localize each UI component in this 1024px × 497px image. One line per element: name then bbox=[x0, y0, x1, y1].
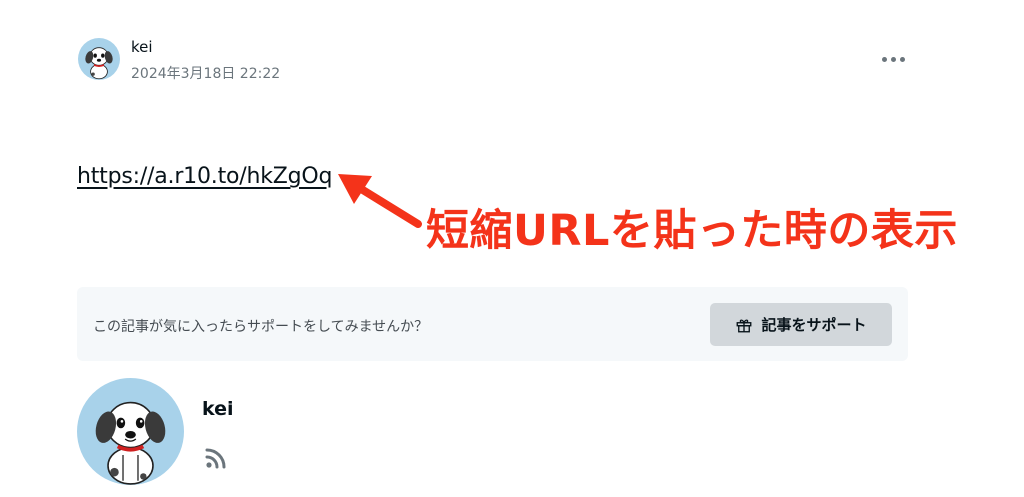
author-avatar[interactable] bbox=[78, 38, 120, 80]
more-options-button[interactable] bbox=[876, 50, 910, 68]
support-prompt: この記事が気に入ったらサポートをしてみませんか？ bbox=[93, 319, 429, 335]
post-date: 2024年3月18日 22:22 bbox=[131, 66, 281, 82]
profile-avatar[interactable] bbox=[77, 378, 184, 485]
support-button-label: 記事をサポート bbox=[761, 316, 867, 334]
dog-avatar-icon bbox=[95, 401, 166, 485]
short-url-link[interactable]: https://a.r10.to/hkZgOq bbox=[77, 164, 332, 189]
dog-avatar-icon bbox=[85, 47, 113, 80]
red-arrow-icon bbox=[338, 174, 422, 228]
support-box: この記事が気に入ったらサポートをしてみませんか？ 記事をサポート bbox=[77, 287, 908, 361]
gift-icon bbox=[737, 318, 752, 332]
rss-feed-link[interactable] bbox=[204, 446, 228, 470]
support-article-button[interactable]: 記事をサポート bbox=[710, 303, 892, 346]
profile-name[interactable]: kei bbox=[202, 398, 234, 420]
author-name[interactable]: kei bbox=[131, 38, 153, 56]
ellipsis-icon bbox=[881, 56, 905, 62]
annotation-label: 短縮URLを貼った時の表示 bbox=[426, 206, 958, 256]
rss-icon bbox=[205, 448, 226, 469]
